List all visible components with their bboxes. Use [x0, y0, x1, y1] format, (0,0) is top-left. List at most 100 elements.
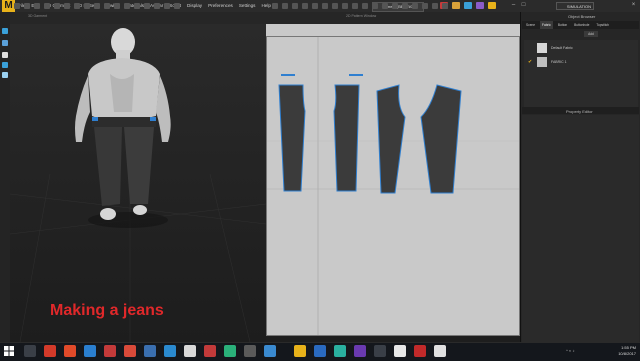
list-item[interactable]: Default Fabric	[527, 42, 635, 54]
taskbar-app-icon[interactable]	[84, 345, 96, 357]
tab-fabric[interactable]: Fabric	[540, 21, 553, 29]
transform-pattern-icon[interactable]	[272, 3, 278, 9]
graphic-icon[interactable]	[164, 3, 170, 9]
select-tool-icon[interactable]	[2, 28, 8, 34]
add-point-icon[interactable]	[302, 3, 308, 9]
zipper-icon[interactable]	[134, 3, 140, 9]
minimize-icon[interactable]: –	[510, 2, 517, 9]
pattern-front-left	[278, 84, 306, 192]
move-tool-icon[interactable]	[2, 40, 8, 46]
brush-icon[interactable]	[84, 3, 90, 9]
edit-pattern-icon[interactable]	[282, 3, 288, 9]
taskbar-app-icon[interactable]	[334, 345, 346, 357]
stitch-icon[interactable]	[144, 3, 150, 9]
topstitch-icon[interactable]	[412, 3, 418, 9]
dart-icon[interactable]	[352, 3, 358, 9]
menu-display[interactable]: Display	[187, 0, 202, 12]
taskbar-app-icon[interactable]	[354, 345, 366, 357]
taskbar-app-icon[interactable]	[124, 345, 136, 357]
trim-icon[interactable]	[174, 3, 180, 9]
tack-icon[interactable]	[54, 3, 60, 9]
rectangle-icon[interactable]	[322, 3, 328, 9]
zipper-2d-icon[interactable]	[442, 3, 448, 9]
windows-start-icon[interactable]	[3, 345, 15, 357]
taskbar-app-icon[interactable]	[164, 345, 176, 357]
taskbar-app-icon[interactable]	[204, 345, 216, 357]
menu-settings[interactable]: Settings	[239, 0, 256, 12]
taskbar-app-icon[interactable]	[144, 345, 156, 357]
taskbar-clock[interactable]: 1:55 PM 10/8/2017	[596, 345, 636, 357]
edit-curve-icon[interactable]	[292, 3, 298, 9]
circle-icon[interactable]	[332, 3, 338, 9]
tab-topstitch[interactable]: Topstitch	[594, 21, 611, 29]
maximize-icon[interactable]: □	[520, 2, 527, 9]
taskbar-app-icon[interactable]	[64, 345, 76, 357]
texture-edit-icon[interactable]	[392, 3, 398, 9]
system-tray[interactable]: ^ ◐ ♪	[566, 348, 575, 353]
puckering-icon[interactable]	[154, 3, 160, 9]
taskbar-app-icon[interactable]	[294, 345, 306, 357]
polygon-icon[interactable]	[312, 3, 318, 9]
viewport-2d-header	[266, 24, 520, 36]
menu-preferences[interactable]: Preferences	[208, 0, 233, 12]
fold-icon[interactable]	[34, 3, 40, 9]
taskbar-app-icon[interactable]	[224, 345, 236, 357]
taskbar-app-icon[interactable]	[244, 345, 256, 357]
user-icon[interactable]	[476, 2, 484, 9]
taskbar-app-icon[interactable]	[44, 345, 56, 357]
taskbar-app-icon[interactable]	[264, 345, 276, 357]
clock-date: 10/8/2017	[618, 351, 636, 356]
select-mesh-icon[interactable]	[24, 3, 30, 9]
taskbar-app-icon[interactable]	[414, 345, 426, 357]
free-sewing-icon[interactable]	[372, 3, 378, 9]
graphic-2d-icon[interactable]	[402, 3, 408, 9]
tab-buttonhole[interactable]: Buttonhole	[572, 21, 591, 29]
taskbar-app-icon[interactable]	[184, 345, 196, 357]
taskbar-app-icon[interactable]	[314, 345, 326, 357]
viewport-3d[interactable]	[10, 24, 266, 342]
pattern-waist-piece-left	[281, 74, 295, 76]
mode-selector[interactable]: SIMULATION	[556, 2, 594, 10]
avatar-left-foot	[100, 208, 116, 220]
cloud-icon[interactable]	[464, 2, 472, 9]
menu-help[interactable]: Help	[261, 0, 270, 12]
sewing-check-icon[interactable]	[382, 3, 388, 9]
button-2d-icon[interactable]	[422, 3, 428, 9]
pin-icon[interactable]	[44, 3, 50, 9]
star-icon[interactable]	[488, 2, 496, 9]
camera-tool-icon[interactable]	[2, 62, 8, 68]
fabric-label: FABRIC 1	[551, 60, 567, 64]
property-editor-title: Property Editor	[566, 109, 593, 114]
simulate-icon[interactable]	[14, 3, 20, 9]
measure-icon[interactable]	[64, 3, 70, 9]
grid-icon[interactable]	[94, 3, 100, 9]
taskbar-app-icon[interactable]	[24, 345, 36, 357]
pen-icon[interactable]	[74, 3, 80, 9]
close-icon[interactable]: ×	[630, 2, 637, 9]
buttonhole-icon[interactable]	[432, 3, 438, 9]
tab-scene[interactable]: Scene	[524, 21, 537, 29]
avatar-right-foot	[133, 205, 147, 215]
texture-icon[interactable]	[114, 3, 120, 9]
avatar-icon[interactable]	[452, 2, 460, 9]
fabric-thumbnail	[537, 57, 547, 67]
taskbar-app-icon[interactable]	[104, 345, 116, 357]
taskbar-app-icon[interactable]	[394, 345, 406, 357]
taskbar-app-icon[interactable]	[374, 345, 386, 357]
segment-sewing-icon[interactable]	[362, 3, 368, 9]
pattern-waist-piece-right	[349, 74, 363, 76]
list-item[interactable]: ✔ FABRIC 1	[527, 56, 635, 68]
fabric-thumbnail	[537, 43, 547, 53]
avatar-tool-icon[interactable]	[2, 52, 8, 58]
tab-button[interactable]: Button	[556, 21, 569, 29]
object-browser-title: Object Browser	[568, 14, 596, 19]
internal-line-icon[interactable]	[342, 3, 348, 9]
jeans-left-leg	[94, 127, 122, 206]
view-tool-icon[interactable]	[2, 72, 8, 78]
add-fabric-button[interactable]: Add	[584, 31, 598, 37]
layer-icon[interactable]	[104, 3, 110, 9]
button-icon[interactable]	[124, 3, 130, 9]
viewport-2d[interactable]	[266, 36, 520, 336]
fabric-label: Default Fabric	[551, 46, 573, 50]
taskbar-app-icon[interactable]	[434, 345, 446, 357]
